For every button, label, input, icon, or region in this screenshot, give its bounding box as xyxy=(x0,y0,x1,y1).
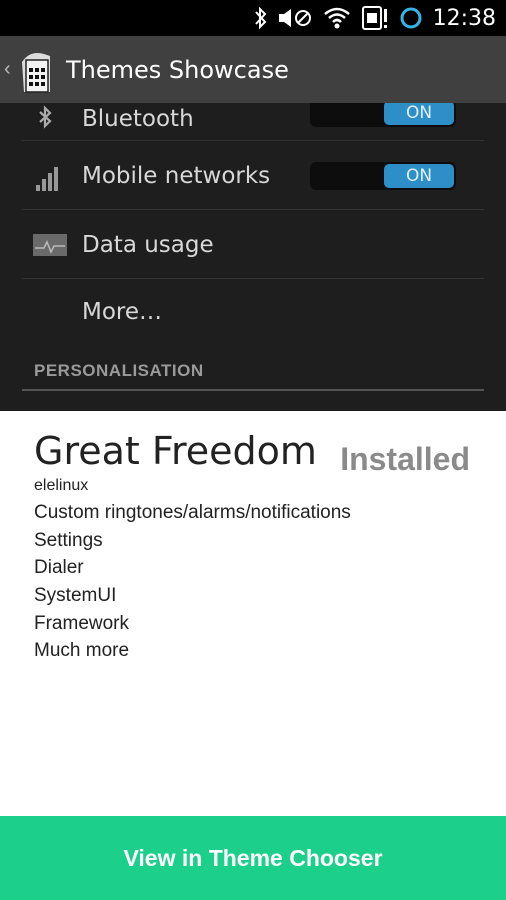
installed-label: Installed xyxy=(340,441,470,477)
settings-row-more: More… xyxy=(22,279,484,347)
list-item: Framework xyxy=(34,612,130,634)
status-icons: 12:38 xyxy=(253,0,496,36)
app-title: Themes Showcase xyxy=(66,55,289,84)
list-item: Custom ringtones/alarms/notifications xyxy=(34,502,351,523)
status-bar: 12:38 xyxy=(0,0,506,36)
theme-author: elelinux xyxy=(34,477,89,494)
chart-icon xyxy=(33,234,67,256)
list-item: SystemUI xyxy=(34,585,117,607)
section-divider xyxy=(22,389,484,391)
toggle-switch: ON xyxy=(310,162,456,190)
signal-icon xyxy=(36,167,58,191)
toggle-on-label: ON xyxy=(384,164,454,188)
clock: 12:38 xyxy=(432,5,496,31)
row-label: More… xyxy=(82,299,163,325)
back-icon[interactable]: ‹ xyxy=(4,58,18,81)
phone-icon[interactable] xyxy=(22,48,52,93)
bluetooth-icon xyxy=(39,105,52,129)
theme-name: Great Freedom xyxy=(34,429,317,473)
vibrate-icon xyxy=(278,9,311,27)
settings-row-mobile-networks: Mobile networks ON xyxy=(22,141,484,210)
view-in-theme-chooser-button[interactable]: View in Theme Chooser xyxy=(0,816,506,900)
wifi-icon xyxy=(323,7,350,29)
toggle-switch: ON xyxy=(310,103,456,127)
list-item: Settings xyxy=(34,529,103,551)
action-bar: ‹ Themes Showcase xyxy=(0,36,506,103)
settings-row-data-usage: Data usage xyxy=(22,210,484,279)
theme-details: Great Freedom Installed elelinux Custom … xyxy=(0,411,506,816)
row-label: Data usage xyxy=(82,232,214,258)
circle-indicator-icon xyxy=(400,7,422,29)
feature-list: Custom ringtones/alarms/notifications Se… xyxy=(34,499,351,665)
settings-row-bluetooth: Bluetooth ON xyxy=(22,103,484,141)
section-header: PERSONALISATION xyxy=(34,361,204,380)
sim-icon xyxy=(361,6,387,30)
theme-preview: Bluetooth ON Mobile networks ON Data usa… xyxy=(0,103,506,411)
list-item: Much more xyxy=(34,640,130,662)
bluetooth-icon xyxy=(254,6,266,30)
toggle-on-label: ON xyxy=(384,103,454,125)
list-item: Dialer xyxy=(34,557,84,579)
row-label: Mobile networks xyxy=(82,163,271,189)
row-label: Bluetooth xyxy=(82,106,194,132)
